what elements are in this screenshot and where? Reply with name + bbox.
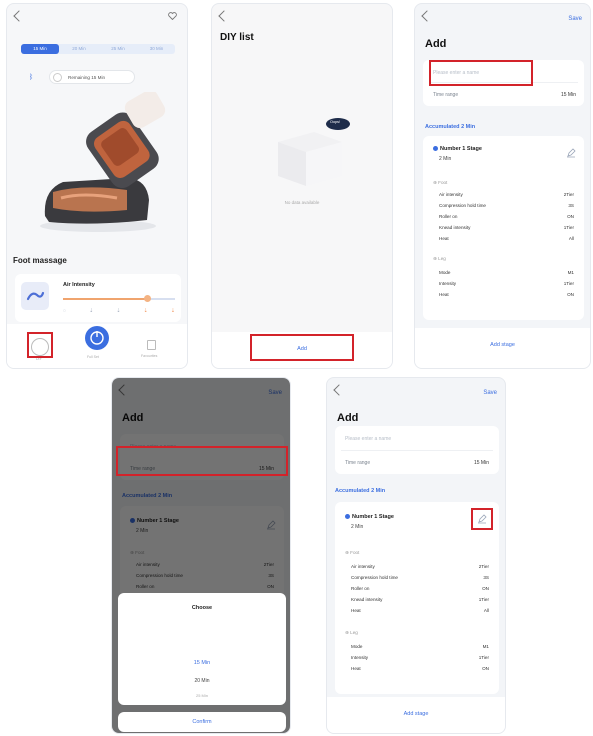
stage-row: Knead intensity 1Tier (351, 597, 489, 602)
stage-title: Number 1 Stage (345, 514, 394, 520)
stage-duration: 2 Min (351, 524, 364, 530)
control-label: Air Intensity (63, 282, 95, 288)
tab-25-min[interactable]: 25 Min (99, 44, 137, 54)
favourites-icon[interactable] (147, 340, 156, 350)
tab-30-min[interactable]: 30 Min (138, 44, 175, 54)
add-screen-name: Save Add Please enter a name Time range … (414, 3, 591, 369)
stage-row: Air intensity2Tier (439, 192, 574, 197)
empty-box-icon (278, 118, 350, 186)
accumulated-text: Accumulated 2 Min (425, 124, 476, 130)
save-button[interactable]: Save (483, 390, 497, 396)
stage-row: Heat ON (351, 666, 489, 671)
stage-row: Mode M1 (351, 644, 489, 649)
back-icon[interactable] (218, 10, 230, 22)
stage-row: Roller onON (439, 214, 574, 219)
add-screen-time-picker: Save Add Please enter a name Time range … (111, 377, 291, 734)
oops-bubble: Oops! (330, 120, 341, 124)
timer-ring-icon (53, 73, 62, 82)
intensity-level-icons: ◌ ⇣ ⇣ ⇣ ⇣ (63, 308, 175, 314)
remaining-text: Remaining 15 Min (68, 75, 106, 80)
stage-row: Mode M1 (439, 270, 574, 275)
stage-row: Intensity 1Tier (439, 281, 574, 286)
bluetooth-icon: ᛒ (29, 74, 34, 81)
highlight-edit (471, 508, 493, 530)
time-range-label: Time range (345, 460, 371, 466)
slider-thumb[interactable] (144, 295, 151, 302)
stage-row: Compression hold time3S (439, 203, 574, 208)
intensity-slider-track[interactable] (63, 295, 175, 302)
name-time-card: Please enter a name Time range 15 Min (335, 426, 499, 474)
stage-row: Heat All (351, 608, 489, 613)
choose-sheet: Choose 15 Min 20 Min 25 Min (118, 593, 286, 705)
confirm-label: Confirm (192, 719, 212, 725)
tab-20-min[interactable]: 20 Min (60, 44, 98, 54)
add-screen-edit: Save Add Please enter a name Time range … (326, 377, 506, 734)
time-range-label: Time range (433, 92, 459, 98)
add-stage-button[interactable]: Add stage (415, 342, 590, 348)
highlight-name (429, 60, 533, 86)
confirm-button[interactable]: Confirm (118, 712, 286, 732)
nav-label-full-set: Full Set (87, 355, 99, 359)
page-title: Add (425, 38, 447, 50)
back-icon[interactable] (421, 10, 433, 22)
bottom-nav: DIY Full Set Favourites (7, 324, 187, 368)
stage-row: Air intensity2Tier (351, 564, 489, 569)
save-button[interactable]: Save (568, 16, 582, 22)
air-icon (21, 282, 49, 310)
page-title: Add (337, 412, 359, 424)
foot-massager-image (40, 92, 166, 232)
heart-icon[interactable] (168, 12, 177, 20)
option-15-min[interactable]: 15 Min (118, 660, 286, 666)
choose-title: Choose (191, 605, 213, 611)
time-range-value[interactable]: 15 Min (474, 460, 489, 466)
stage-row: Roller onON (351, 586, 489, 591)
bottom-bar: Add stage (327, 697, 505, 733)
power-icon (90, 331, 104, 345)
highlight-add (250, 334, 354, 361)
stage-title: Number 1 Stage (433, 146, 482, 152)
stage-duration: 2 Min (439, 156, 452, 162)
duration-tabs: 15 Min 20 Min 25 Min 30 Min (21, 44, 175, 54)
foot-group-label: ⊛ Foot (345, 550, 360, 555)
diy-list-screen: DIY list Oops! No data available Add (211, 3, 393, 369)
foot-group-label: ⊛ Foot (433, 180, 448, 185)
accumulated-text: Accumulated 2 Min (335, 488, 386, 494)
stage-card: Number 1 Stage 2 Min ⊛ Foot Air intensit… (335, 502, 499, 694)
empty-text: No data available (284, 200, 320, 205)
option-25-min[interactable]: 25 Min (118, 693, 286, 698)
bottom-bar: Add (212, 332, 392, 368)
option-20-min[interactable]: 20 Min (118, 678, 286, 684)
leg-group-label: ⊛ Leg (345, 630, 358, 635)
remaining-pill: Remaining 15 Min (49, 70, 135, 84)
edit-icon[interactable] (566, 148, 576, 158)
tab-15-min[interactable]: 15 Min (21, 44, 59, 54)
back-icon[interactable] (333, 384, 345, 396)
time-range-value[interactable]: 15 Min (561, 92, 576, 98)
leg-group-label: ⊛ Leg (433, 256, 446, 261)
section-title: Foot massage (13, 256, 67, 265)
highlight-diy (27, 332, 53, 358)
stage-row: Compression hold time3S (351, 575, 489, 580)
home-screen: 15 Min 20 Min 25 Min 30 Min ᛒ Remaining … (6, 3, 188, 369)
stage-row: Heat ON (439, 292, 574, 297)
full-set-button[interactable] (85, 326, 109, 350)
name-input[interactable]: Please enter a name (345, 436, 391, 442)
nav-label-favourites: Favourites (141, 354, 158, 358)
stage-row: Knead intensity 1Tier (439, 225, 574, 230)
back-icon[interactable] (13, 10, 25, 22)
bottom-bar: Add stage (415, 328, 590, 368)
highlight-time-range (116, 446, 288, 476)
stage-row: Intensity 1Tier (351, 655, 489, 660)
page-title: DIY list (220, 32, 254, 43)
add-stage-button[interactable]: Add stage (327, 711, 505, 717)
stage-card: Number 1 Stage 2 Min ⊛ Foot Air intensit… (423, 136, 584, 320)
stage-row: Heat All (439, 236, 574, 241)
air-intensity-card: Air Intensity ◌ ⇣ ⇣ ⇣ ⇣ (15, 274, 181, 322)
